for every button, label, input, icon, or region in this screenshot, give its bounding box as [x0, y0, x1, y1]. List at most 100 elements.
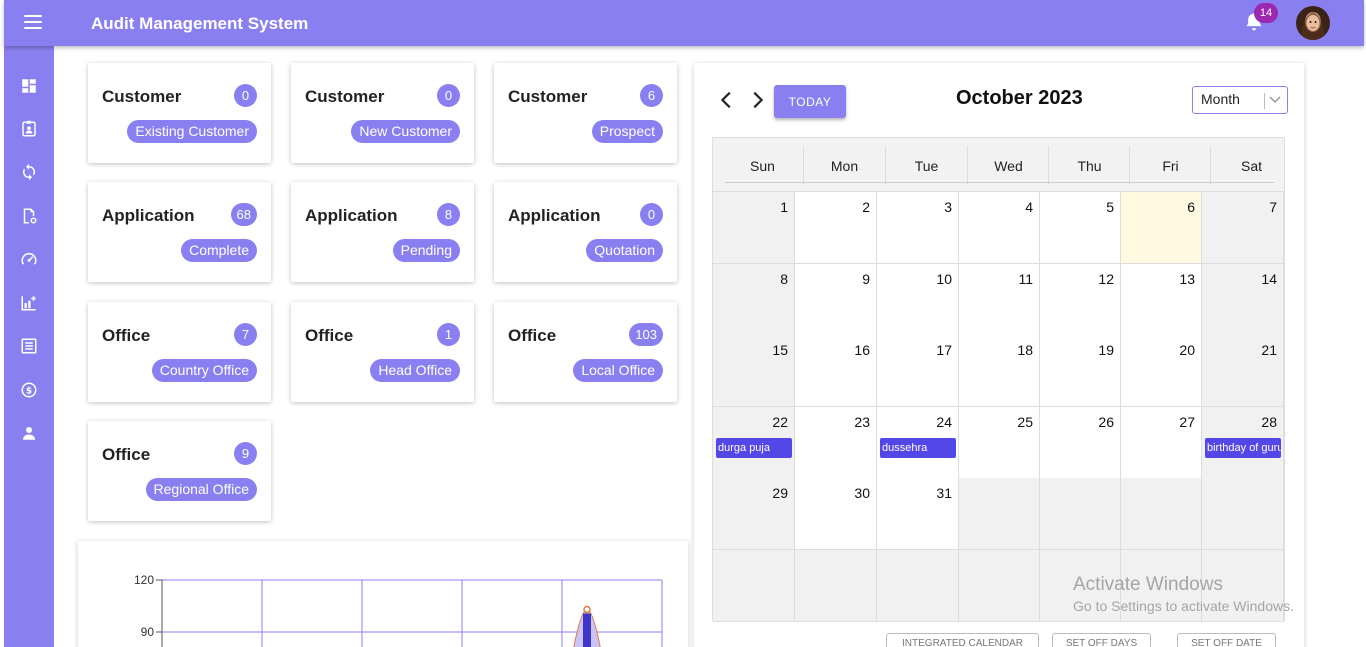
- day-cell-9[interactable]: 9: [795, 263, 877, 336]
- card-existing-customer[interactable]: Customer 0 Existing Customer: [88, 63, 271, 163]
- day-number: 25: [1017, 413, 1033, 430]
- calendar-panel: TODAY October 2023 Month Sun Mon Tue Wed Thu…: [694, 63, 1304, 647]
- card-head-office[interactable]: Office 1 Head Office: [291, 302, 474, 402]
- contact-badge-icon[interactable]: [20, 120, 38, 138]
- day-cell-22[interactable]: 22 durga puja: [713, 406, 795, 479]
- day-cell-5[interactable]: 5: [1040, 192, 1121, 264]
- currency-exchange-icon[interactable]: $: [20, 381, 38, 399]
- weekday-wed: Wed: [994, 158, 1023, 174]
- day-cell-23[interactable]: 23: [795, 406, 877, 479]
- day-cell-3[interactable]: 3: [877, 192, 959, 264]
- card-label[interactable]: Prospect: [591, 120, 663, 143]
- weekday-sun: Sun: [750, 158, 775, 174]
- card-label[interactable]: Existing Customer: [127, 120, 257, 143]
- day-number: 12: [1098, 270, 1114, 287]
- day-cell-28[interactable]: 28 birthday of guru: [1202, 406, 1284, 479]
- day-cell-11[interactable]: 11: [959, 263, 1040, 336]
- day-cell-14[interactable]: 14: [1202, 263, 1284, 336]
- day-cell-empty[interactable]: [795, 549, 877, 622]
- person-icon[interactable]: [20, 424, 38, 442]
- weekday-thu: Thu: [1077, 158, 1102, 174]
- day-cell-24[interactable]: 24 dussehra: [877, 406, 959, 479]
- day-cell-26[interactable]: 26: [1040, 406, 1121, 479]
- day-cell-16[interactable]: 16: [795, 335, 877, 407]
- user-avatar[interactable]: [1296, 6, 1330, 40]
- day-cell-4[interactable]: 4: [959, 192, 1040, 264]
- card-label[interactable]: Pending: [392, 239, 460, 262]
- card-label[interactable]: Country Office: [151, 359, 257, 382]
- day-cell-25[interactable]: 25: [959, 406, 1040, 479]
- card-new-customer[interactable]: Customer 0 New Customer: [291, 63, 474, 163]
- speedometer-icon[interactable]: [20, 250, 38, 268]
- day-cell-empty[interactable]: [1202, 478, 1284, 550]
- card-label[interactable]: Head Office: [370, 359, 460, 382]
- day-cell-10[interactable]: 10: [877, 263, 959, 336]
- card-label[interactable]: Quotation: [586, 239, 663, 262]
- day-number: 6: [1187, 199, 1195, 215]
- card-application-complete[interactable]: Application 68 Complete: [88, 182, 271, 282]
- day-cell-empty[interactable]: [959, 478, 1040, 550]
- integrated-calendar-button[interactable]: INTEGRATED CALENDAR: [886, 633, 1039, 647]
- sync-icon[interactable]: [20, 163, 38, 181]
- card-title: Customer: [102, 87, 182, 106]
- count-badge: 7: [234, 323, 257, 346]
- list-icon[interactable]: [20, 337, 38, 355]
- next-month-icon[interactable]: [746, 89, 768, 111]
- day-number: 3: [944, 199, 952, 215]
- document-settings-icon[interactable]: [20, 207, 38, 225]
- set-off-date-button[interactable]: SET OFF DATE: [1177, 633, 1276, 647]
- set-off-days-button[interactable]: SET OFF DAYS: [1052, 633, 1151, 647]
- card-label[interactable]: Complete: [181, 239, 257, 262]
- card-label[interactable]: Local Office: [573, 359, 663, 382]
- notification-count-badge: 14: [1254, 3, 1278, 23]
- day-cell-29[interactable]: 29: [713, 478, 795, 550]
- card-prospect[interactable]: Customer 6 Prospect: [494, 63, 677, 163]
- calendar-event[interactable]: dussehra: [880, 437, 956, 458]
- day-cell-31[interactable]: 31: [877, 478, 959, 550]
- windows-watermark-subtitle: Go to Settings to activate Windows.: [1073, 598, 1294, 614]
- calendar-event[interactable]: birthday of guru: [1205, 437, 1281, 458]
- day-cell-empty[interactable]: [877, 549, 959, 622]
- day-cell-17[interactable]: 17: [877, 335, 959, 407]
- card-label[interactable]: New Customer: [351, 120, 460, 143]
- day-cell-empty[interactable]: [959, 549, 1040, 622]
- count-badge: 0: [234, 84, 257, 107]
- day-number: 31: [936, 485, 952, 501]
- card-local-office[interactable]: Office 103 Local Office: [494, 302, 677, 402]
- day-number: 9: [862, 270, 870, 287]
- day-cell-2[interactable]: 2: [795, 192, 877, 264]
- card-label[interactable]: Regional Office: [145, 478, 257, 501]
- day-cell-15[interactable]: 15: [713, 335, 795, 407]
- prev-month-icon[interactable]: [716, 89, 738, 111]
- day-cell-7[interactable]: 7: [1202, 192, 1284, 264]
- day-cell-21[interactable]: 21: [1202, 335, 1284, 407]
- day-cell-6[interactable]: 6: [1121, 192, 1202, 264]
- chart-add-icon[interactable]: [20, 294, 38, 312]
- day-cell-empty[interactable]: [713, 549, 795, 622]
- card-application-pending[interactable]: Application 8 Pending: [291, 182, 474, 282]
- day-cell-20[interactable]: 20: [1121, 335, 1202, 407]
- view-select[interactable]: Month: [1192, 86, 1288, 114]
- day-cell-19[interactable]: 19: [1040, 335, 1121, 407]
- count-badge: 9: [234, 442, 257, 465]
- day-cell-8[interactable]: 8: [713, 263, 795, 336]
- calendar-event[interactable]: durga puja: [716, 437, 792, 458]
- day-cell-13[interactable]: 13: [1121, 263, 1202, 336]
- day-number: 23: [854, 413, 870, 430]
- day-cell-empty[interactable]: [1121, 478, 1202, 550]
- day-cell-30[interactable]: 30: [795, 478, 877, 550]
- day-cell-18[interactable]: 18: [959, 335, 1040, 407]
- card-country-office[interactable]: Office 7 Country Office: [88, 302, 271, 402]
- weekday-header: Sun Mon Tue Wed Thu Fri Sat: [713, 138, 1284, 192]
- today-button[interactable]: TODAY: [774, 85, 846, 118]
- day-cell-12[interactable]: 12: [1040, 263, 1121, 336]
- weekday-mon: Mon: [830, 158, 859, 174]
- day-cell-1[interactable]: 1: [713, 192, 795, 264]
- card-application-quotation[interactable]: Application 0 Quotation: [494, 182, 677, 282]
- day-cell-27[interactable]: 27: [1121, 406, 1202, 479]
- menu-icon[interactable]: [24, 15, 42, 29]
- card-regional-office[interactable]: Office 9 Regional Office: [88, 421, 271, 521]
- day-cell-empty[interactable]: [1040, 478, 1121, 550]
- area-chart: 120 90: [134, 573, 663, 647]
- dashboard-icon[interactable]: [20, 77, 38, 95]
